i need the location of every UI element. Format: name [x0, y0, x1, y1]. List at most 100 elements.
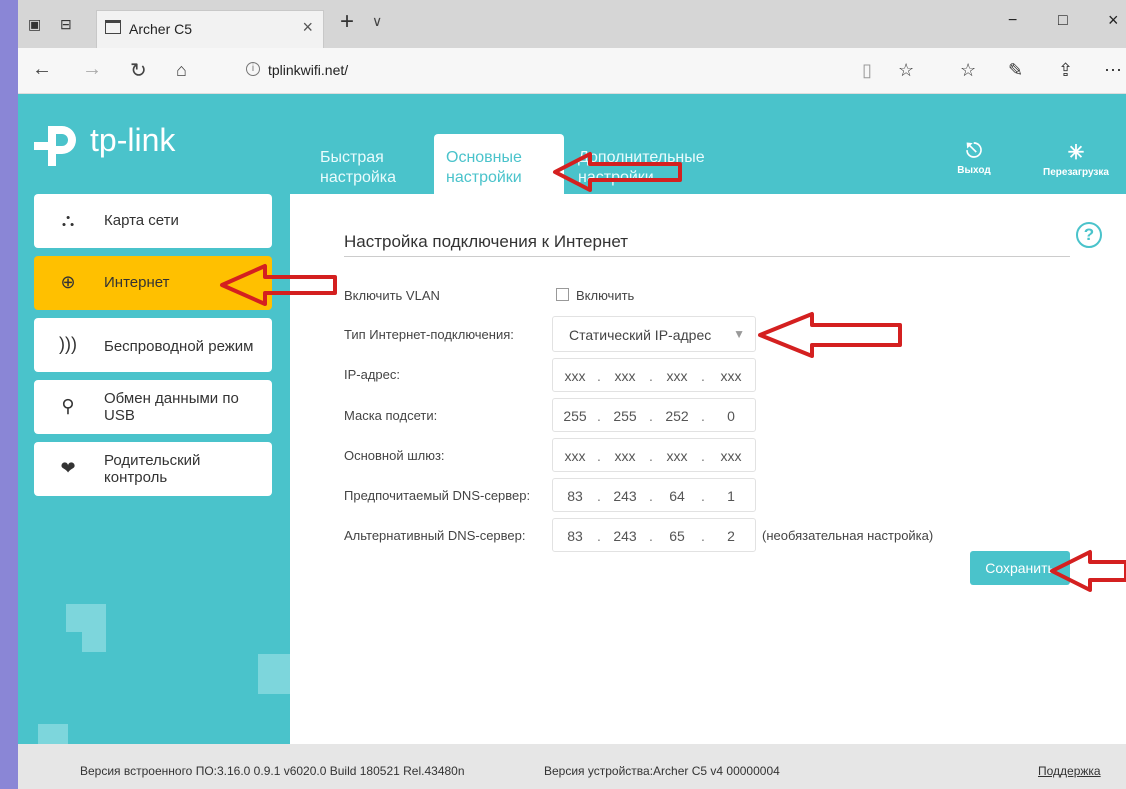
- connection-type-label: Тип Интернет-подключения:: [344, 327, 514, 342]
- connection-type-select[interactable]: Статический IP-адрес ▼: [552, 316, 756, 352]
- ip-address-field[interactable]: xxx . xxx . xxx . xxx: [552, 358, 756, 392]
- reading-view-icon[interactable]: ▯: [862, 60, 872, 81]
- dns2-octet-4[interactable]: 2: [713, 528, 749, 544]
- ip-octet-1[interactable]: xxx: [557, 368, 593, 384]
- reboot-button[interactable]: ✳ Перезагрузка: [1034, 140, 1118, 178]
- decoration: [258, 654, 290, 694]
- octet-separator: .: [701, 488, 705, 504]
- reboot-label: Перезагрузка: [1043, 167, 1109, 178]
- help-icon[interactable]: ?: [1076, 222, 1102, 248]
- tab-quick-setup[interactable]: Быстрая настройка: [308, 134, 428, 194]
- home-icon[interactable]: ⌂: [176, 60, 187, 81]
- gateway-octet-4[interactable]: xxx: [713, 448, 749, 464]
- wireless-icon: ))): [59, 334, 77, 354]
- more-icon[interactable]: ⋯: [1104, 60, 1122, 81]
- secondary-dns-field[interactable]: 83 . 243 . 65 . 2: [552, 518, 756, 552]
- ip-octet-4[interactable]: xxx: [713, 368, 749, 384]
- set-aside-tabs-icon[interactable]: ⊟: [60, 16, 72, 33]
- close-window-button[interactable]: ×: [1108, 10, 1119, 31]
- vlan-checkbox[interactable]: [556, 288, 569, 301]
- share-icon[interactable]: ⇪: [1058, 60, 1073, 81]
- octet-separator: .: [597, 528, 601, 544]
- optional-note: (необязательная настройка): [762, 528, 934, 543]
- octet-separator: .: [649, 488, 653, 504]
- gateway-octet-2[interactable]: xxx: [607, 448, 643, 464]
- mask-octet-1[interactable]: 255: [557, 408, 593, 424]
- subnet-mask-field[interactable]: 255 . 255 . 252 . 0: [552, 398, 756, 432]
- favorite-star-icon[interactable]: ☆: [898, 60, 914, 81]
- tab-actions-icon[interactable]: ▣: [28, 16, 41, 33]
- browser-tab[interactable]: Archer C5 ×: [96, 10, 324, 48]
- gateway-field[interactable]: xxx . xxx . xxx . xxx: [552, 438, 756, 472]
- tab-list-chevron-icon[interactable]: ∨: [372, 13, 382, 30]
- sidebar-item-label: Родительский контроль: [104, 452, 201, 486]
- router-header: tp-link Быстрая настройка Основные настр…: [18, 94, 1126, 194]
- back-icon[interactable]: ←: [32, 58, 52, 81]
- browser-address-bar: ← → ↻ ⌂ i tplinkwifi.net/ ▯ ☆ ☆ ✎ ⇪ ⋯: [18, 48, 1126, 94]
- tab-close-icon[interactable]: ×: [302, 17, 313, 38]
- ip-octet-3[interactable]: xxx: [659, 368, 695, 384]
- mask-octet-4[interactable]: 0: [713, 408, 749, 424]
- minimize-button[interactable]: −: [1008, 12, 1017, 30]
- refresh-icon[interactable]: ↻: [130, 58, 147, 83]
- hardware-version: Версия устройства:Archer C5 v4 00000004: [544, 764, 780, 778]
- gateway-octet-3[interactable]: xxx: [659, 448, 695, 464]
- subnet-mask-label: Маска подсети:: [344, 408, 438, 423]
- connection-type-value: Статический IP-адрес: [569, 327, 712, 343]
- decoration: [82, 632, 106, 652]
- sidebar-item-wireless[interactable]: ))) Беспроводной режим: [34, 318, 272, 372]
- vlan-label: Включить VLAN: [344, 288, 440, 303]
- ip-octet-2[interactable]: xxx: [607, 368, 643, 384]
- sidebar-item-internet[interactable]: ⊕ Интернет: [34, 256, 272, 310]
- logout-button[interactable]: ⎋ Выход: [954, 140, 994, 176]
- footer: Версия встроенного ПО:3.16.0 0.9.1 v6020…: [18, 744, 1126, 789]
- gateway-octet-1[interactable]: xxx: [557, 448, 593, 464]
- sidebar-item-network-map[interactable]: ⛬ Карта сети: [34, 194, 272, 248]
- decoration: [38, 724, 68, 744]
- parental-control-icon: ❤: [60, 458, 76, 478]
- sidebar-item-parental-control[interactable]: ❤ Родительский контроль: [34, 442, 272, 496]
- octet-separator: .: [649, 368, 653, 384]
- primary-dns-field[interactable]: 83 . 243 . 64 . 1: [552, 478, 756, 512]
- mask-octet-2[interactable]: 255: [607, 408, 643, 424]
- dns1-octet-1[interactable]: 83: [557, 488, 593, 504]
- logout-label: Выход: [957, 165, 991, 176]
- dns2-octet-1[interactable]: 83: [557, 528, 593, 544]
- url-text: tplinkwifi.net/: [268, 62, 349, 78]
- sidebar: ⛬ Карта сети ⊕ Интернет ))) Беспроводной…: [18, 194, 290, 744]
- octet-separator: .: [597, 488, 601, 504]
- octet-separator: .: [597, 408, 601, 424]
- dns1-octet-2[interactable]: 243: [607, 488, 643, 504]
- octet-separator: .: [701, 368, 705, 384]
- forward-icon[interactable]: →: [82, 58, 102, 81]
- octet-separator: .: [597, 368, 601, 384]
- maximize-button[interactable]: □: [1058, 12, 1068, 30]
- primary-dns-label: Предпочитаемый DNS-сервер:: [344, 488, 531, 503]
- dns2-octet-3[interactable]: 65: [659, 528, 695, 544]
- octet-separator: .: [701, 448, 705, 464]
- new-tab-button[interactable]: +: [340, 8, 354, 36]
- firmware-version: Версия встроенного ПО:3.16.0 0.9.1 v6020…: [80, 764, 465, 778]
- tp-link-logo: tp-link: [34, 118, 204, 168]
- tab-basic-settings[interactable]: Основные настройки: [434, 134, 564, 194]
- sidebar-item-label: Беспроводной режим: [104, 338, 254, 355]
- dns1-octet-4[interactable]: 1: [713, 488, 749, 504]
- notes-pen-icon[interactable]: ✎: [1008, 60, 1023, 81]
- tab-advanced-settings[interactable]: Дополнительные настройки: [566, 134, 736, 194]
- url-field[interactable]: i tplinkwifi.net/: [238, 56, 918, 86]
- desktop-edge: [0, 0, 18, 789]
- browser-tab-bar: ▣ ⊟ Archer C5 × + ∨ − □ ×: [18, 0, 1126, 48]
- logout-icon: ⎋: [966, 140, 982, 162]
- sidebar-item-usb[interactable]: ⚲ Обмен данными по USB: [34, 380, 272, 434]
- favorites-hub-icon[interactable]: ☆: [960, 60, 976, 81]
- save-button[interactable]: Сохранить: [970, 551, 1070, 585]
- sidebar-item-label: Интернет: [104, 274, 170, 291]
- dns1-octet-3[interactable]: 64: [659, 488, 695, 504]
- dns2-octet-2[interactable]: 243: [607, 528, 643, 544]
- site-info-icon[interactable]: i: [246, 62, 260, 76]
- support-link[interactable]: Поддержка: [1038, 764, 1101, 778]
- page-icon: [105, 20, 121, 34]
- decoration: [66, 604, 106, 632]
- mask-octet-3[interactable]: 252: [659, 408, 695, 424]
- brand-name: tp-link: [90, 122, 176, 158]
